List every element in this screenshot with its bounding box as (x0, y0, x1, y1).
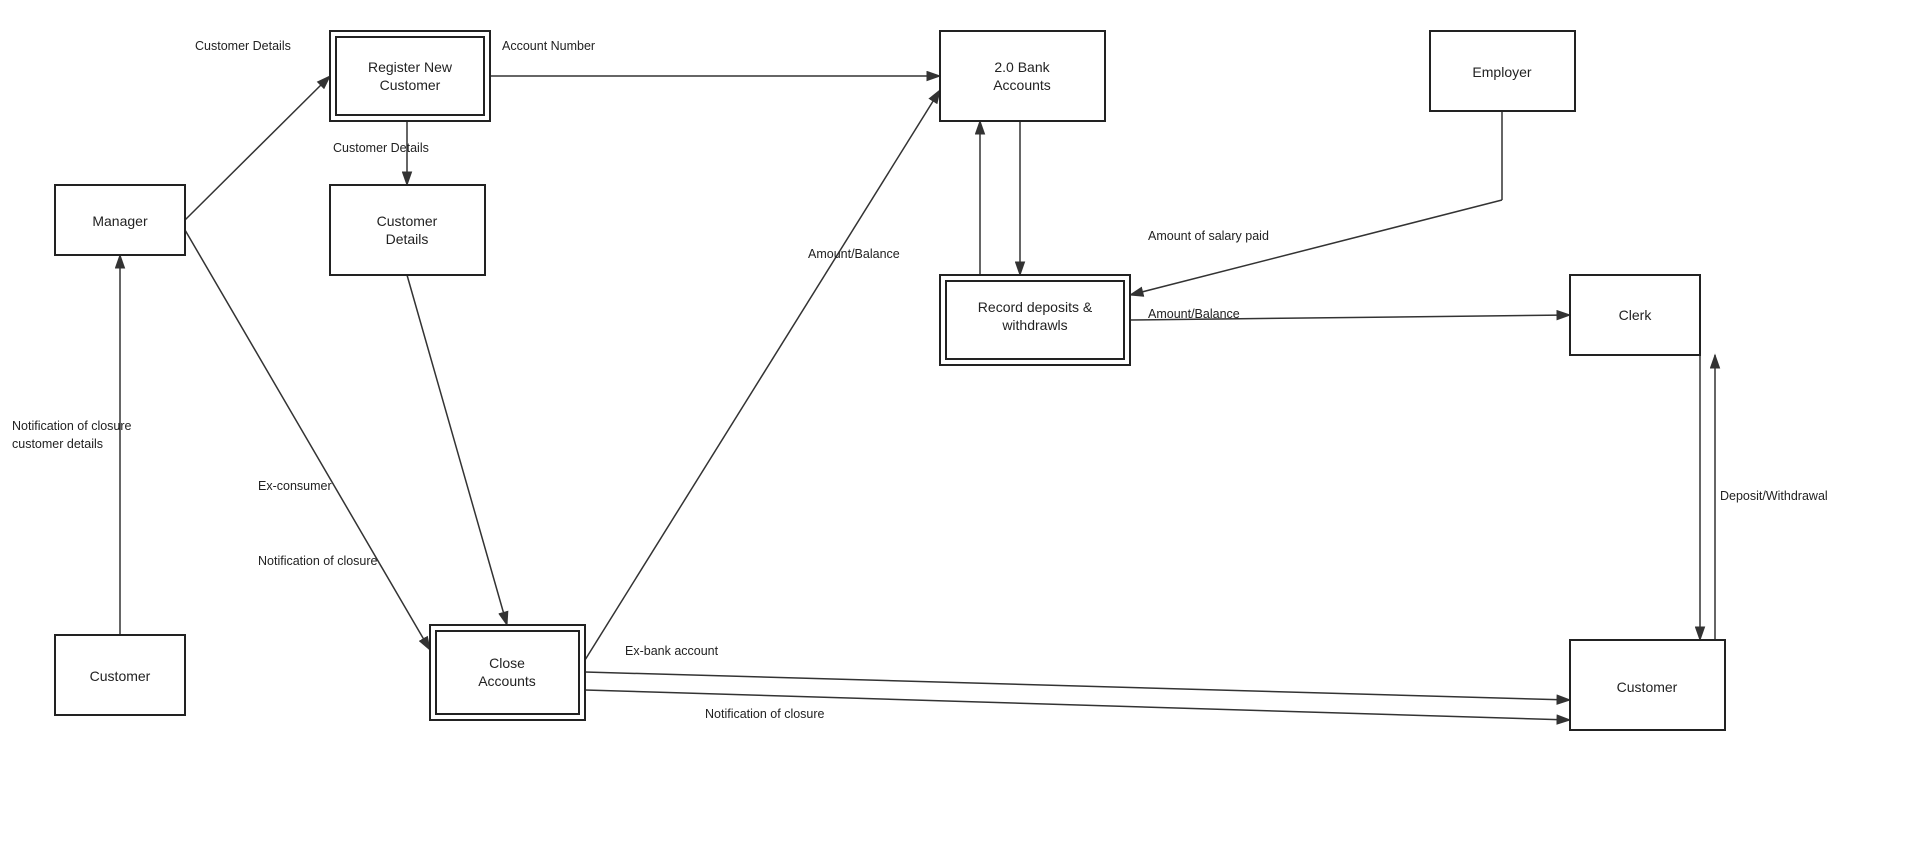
svg-text:Amount of salary paid: Amount of salary paid (1148, 229, 1269, 243)
svg-text:customer details: customer details (12, 437, 103, 451)
svg-text:Accounts: Accounts (993, 77, 1051, 93)
svg-text:Customer Details: Customer Details (195, 39, 291, 53)
svg-text:Ex-consumer: Ex-consumer (258, 479, 332, 493)
svg-text:Customer: Customer (380, 77, 441, 93)
svg-text:Employer: Employer (1472, 64, 1531, 80)
svg-text:Amount/Balance: Amount/Balance (1148, 307, 1240, 321)
svg-text:Notification of closure: Notification of closure (12, 419, 132, 433)
svg-text:Account Number: Account Number (502, 39, 595, 53)
svg-text:Customer: Customer (90, 668, 151, 684)
diagram-container: Manager Customer Register New Customer C… (0, 0, 1920, 845)
diagram-svg: Manager Customer Register New Customer C… (0, 0, 1920, 845)
svg-text:Record deposits &: Record deposits & (978, 299, 1093, 315)
svg-text:Manager: Manager (92, 213, 148, 229)
svg-text:Amount/Balance: Amount/Balance (808, 247, 900, 261)
svg-text:Register New: Register New (368, 59, 453, 75)
svg-text:Customer: Customer (377, 213, 438, 229)
svg-text:Close: Close (489, 655, 525, 671)
svg-text:withdrawls: withdrawls (1001, 317, 1067, 333)
svg-text:Notification of closure: Notification of closure (258, 554, 378, 568)
svg-text:Deposit/Withdrawal: Deposit/Withdrawal (1720, 489, 1828, 503)
svg-text:Clerk: Clerk (1619, 307, 1653, 323)
svg-text:Customer Details: Customer Details (333, 141, 429, 155)
svg-text:Customer: Customer (1617, 679, 1678, 695)
svg-text:2.0 Bank: 2.0 Bank (994, 59, 1050, 75)
svg-text:Notification of closure: Notification of closure (705, 707, 825, 721)
svg-text:Details: Details (386, 231, 429, 247)
svg-text:Accounts: Accounts (478, 673, 536, 689)
svg-text:Ex-bank account: Ex-bank account (625, 644, 719, 658)
